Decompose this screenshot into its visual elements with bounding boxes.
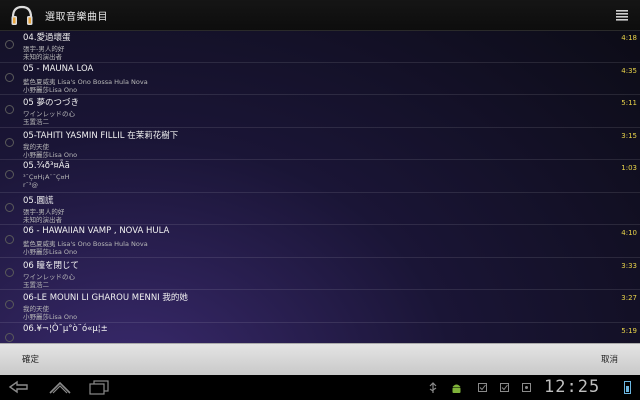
song-artist: 小野麗莎Lisa Ono — [23, 248, 78, 256]
clock[interactable]: 12:25 — [544, 377, 600, 397]
song-title: 06 - HAWAIIAN VAMP , NOVA HULA — [23, 226, 170, 236]
title-bar: 選取音樂曲目 — [0, 0, 640, 31]
radio-button[interactable] — [5, 300, 14, 309]
song-row[interactable]: 05 夢のつづき ワインレッドの心 玉置浩二 5:11 — [0, 95, 640, 128]
song-title: 05 - MAUNA LOA — [23, 63, 94, 74]
song-duration: 3:33 — [621, 261, 637, 270]
song-row[interactable]: 06.¥¬¦Ò¯µ°ò¨ó«µ¦± 5:19 — [0, 323, 640, 344]
song-artist: 玉置浩二 — [23, 280, 49, 289]
battery-level — [626, 386, 629, 392]
song-artist: 未知的演出者 — [23, 53, 62, 61]
song-artist: 小野麗莎Lisa Ono — [23, 85, 78, 94]
song-duration: 1:03 — [621, 164, 637, 172]
song-title: 05.圓謊 — [23, 195, 54, 206]
menu-icon[interactable] — [616, 9, 628, 21]
recent-apps-icon[interactable] — [88, 379, 110, 395]
song-album: ³¯Ç¤H¡A¨¯Ç¤H — [23, 173, 70, 181]
song-duration: 3:15 — [621, 131, 637, 140]
song-row[interactable]: 05 - MAUNA LOA 藍色夏威夷 Lisa's Ono Bossa Hu… — [0, 63, 640, 95]
radio-button[interactable] — [5, 267, 14, 277]
usb-icon — [429, 382, 437, 393]
song-artist: r¯³@ — [23, 181, 39, 189]
song-row[interactable]: 05.圓謊 張宇-男人的好 未知的演出者 — [0, 193, 640, 225]
song-title: 05.¾ð³¤Ãä — [23, 161, 70, 171]
battery-icon — [624, 381, 631, 394]
song-title: 06 瞳を閉じて — [23, 260, 80, 271]
song-row[interactable]: 04.愛過壞蛋 張宇-男人的好 未知的演出者 4:18 — [0, 30, 640, 63]
notification-icon — [522, 383, 531, 392]
system-bar: 12:25 — [0, 375, 640, 400]
song-duration: 5:19 — [621, 326, 637, 335]
song-artist: 小野麗莎Lisa Ono — [23, 150, 78, 159]
ok-button[interactable]: 確定 — [22, 344, 39, 376]
radio-button[interactable] — [5, 40, 14, 49]
song-title: 06.¥¬¦Ò¯µ°ò¨ó«µ¦± — [23, 323, 108, 334]
radio-button[interactable] — [5, 235, 14, 244]
song-list[interactable]: 04.愛過壞蛋 張宇-男人的好 未知的演出者 4:18 05 - MAUNA L… — [0, 30, 640, 343]
song-artist: 玉置浩二 — [23, 118, 49, 126]
radio-button[interactable] — [5, 137, 14, 147]
radio-button[interactable] — [5, 72, 14, 82]
song-row[interactable]: 06 瞳を閉じて ワインレッドの心 玉置浩二 3:33 — [0, 258, 640, 290]
checkbox-icon — [478, 383, 487, 392]
radio-button[interactable] — [5, 105, 14, 114]
page-title: 選取音樂曲目 — [45, 12, 108, 23]
radio-button[interactable] — [5, 170, 14, 179]
headphones-icon — [11, 5, 33, 25]
radio-button[interactable] — [5, 202, 14, 212]
song-title: 06-LE MOUNI LI GHAROU MENNI 我的她 — [23, 293, 188, 303]
song-title: 05-TAHITI YASMIN FILLIL 在茉莉花樹下 — [23, 130, 179, 141]
song-title: 05 夢のつづき — [23, 98, 80, 108]
cancel-button[interactable]: 取消 — [601, 344, 618, 376]
dialog-button-bar: 確定 取消 — [0, 343, 640, 376]
notification-icon — [500, 383, 509, 392]
song-duration: 3:27 — [621, 294, 637, 302]
song-duration: 5:11 — [621, 99, 637, 107]
song-duration: 4:35 — [621, 66, 637, 75]
song-artist: 未知的演出者 — [23, 215, 62, 224]
song-row[interactable]: 06 - HAWAIIAN VAMP , NOVA HULA 藍色夏威夷 Lis… — [0, 225, 640, 258]
song-artist: 小野麗莎Lisa Ono — [23, 313, 78, 321]
song-duration: 4:18 — [621, 34, 637, 42]
song-duration: 4:10 — [621, 229, 637, 237]
back-icon[interactable] — [8, 379, 30, 395]
home-icon[interactable] — [48, 379, 72, 395]
radio-button[interactable] — [5, 332, 14, 342]
song-row[interactable]: 05-TAHITI YASMIN FILLIL 在茉莉花樹下 我的天使 小野麗莎… — [0, 128, 640, 160]
song-title: 04.愛過壞蛋 — [23, 33, 71, 43]
android-debug-icon — [452, 384, 461, 393]
song-row[interactable]: 06-LE MOUNI LI GHAROU MENNI 我的她 我的天使 小野麗… — [0, 290, 640, 323]
song-row[interactable]: 05.¾ð³¤Ãä ³¯Ç¤H¡A¨¯Ç¤H r¯³@ 1:03 — [0, 160, 640, 193]
